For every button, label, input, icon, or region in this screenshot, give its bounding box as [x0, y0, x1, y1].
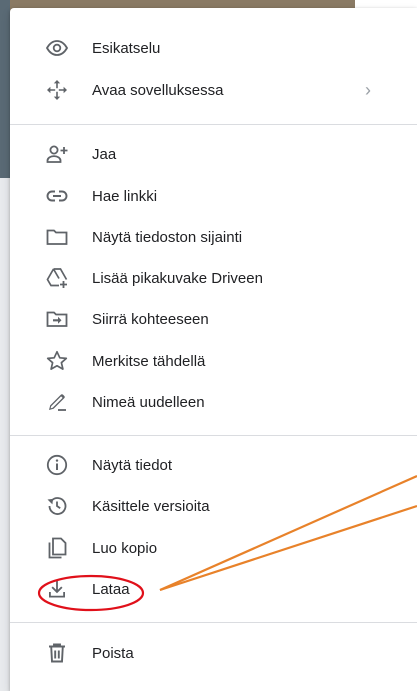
- drive-shortcut-icon: [44, 265, 70, 291]
- menu-item-label: Käsittele versioita: [92, 497, 210, 515]
- history-icon: [44, 493, 70, 519]
- menu-item-rename[interactable]: Nimeä uudelleen: [10, 382, 417, 422]
- menu-item-download[interactable]: Lataa: [10, 569, 417, 609]
- menu-item-add-star[interactable]: Merkitse tähdellä: [10, 341, 417, 381]
- menu-item-label: Lisää pikakuvake Driveen: [92, 269, 263, 287]
- menu-item-label: Avaa sovelluksessa: [92, 81, 224, 99]
- copy-icon: [44, 535, 70, 561]
- menu-item-label: Siirrä kohteeseen: [92, 310, 209, 328]
- pencil-icon: [44, 389, 70, 415]
- menu-item-preview[interactable]: Esikatselu: [10, 28, 417, 68]
- background-page-strip: [0, 178, 10, 691]
- folder-icon: [44, 224, 70, 250]
- menu-item-label: Luo kopio: [92, 539, 158, 557]
- menu-item-manage-versions[interactable]: Käsittele versioita: [10, 486, 417, 526]
- menu-item-label: Jaa: [92, 145, 117, 163]
- star-icon: [44, 348, 70, 374]
- menu-item-label: Esikatselu: [92, 39, 161, 57]
- menu-item-make-copy[interactable]: Luo kopio: [10, 528, 417, 568]
- menu-item-share[interactable]: Jaa: [10, 134, 417, 174]
- chevron-right-icon: ›: [365, 79, 371, 100]
- menu-item-label: Merkitse tähdellä: [92, 352, 206, 370]
- menu-divider: [10, 622, 417, 623]
- eye-icon: [44, 35, 70, 61]
- menu-item-add-shortcut[interactable]: Lisää pikakuvake Driveen: [10, 258, 417, 298]
- menu-item-label: Näytä tiedot: [92, 456, 173, 474]
- menu-item-view-details[interactable]: Näytä tiedot: [10, 445, 417, 485]
- menu-item-get-link[interactable]: Hae linkki: [10, 176, 417, 216]
- context-menu: Esikatselu Avaa sovelluksessa › Jaa Hae …: [10, 8, 417, 691]
- background-photo-strip: [0, 0, 10, 178]
- menu-item-label: Lataa: [92, 580, 130, 598]
- trash-icon: [44, 640, 70, 666]
- link-icon: [44, 183, 70, 209]
- info-icon: [44, 452, 70, 478]
- menu-item-label: Poista: [92, 644, 134, 662]
- menu-divider: [10, 435, 417, 436]
- menu-item-open-with[interactable]: Avaa sovelluksessa ›: [10, 70, 417, 110]
- menu-item-label: Nimeä uudelleen: [92, 393, 205, 411]
- menu-item-remove[interactable]: Poista: [10, 633, 417, 673]
- menu-item-show-location[interactable]: Näytä tiedoston sijainti: [10, 217, 417, 257]
- person-add-icon: [44, 141, 70, 167]
- download-icon: [44, 576, 70, 602]
- menu-divider: [10, 124, 417, 125]
- move-arrows-icon: [44, 77, 70, 103]
- menu-item-label: Näytä tiedoston sijainti: [92, 228, 243, 246]
- menu-item-move-to[interactable]: Siirrä kohteeseen: [10, 299, 417, 339]
- move-to-folder-icon: [44, 306, 70, 332]
- menu-item-label: Hae linkki: [92, 187, 158, 205]
